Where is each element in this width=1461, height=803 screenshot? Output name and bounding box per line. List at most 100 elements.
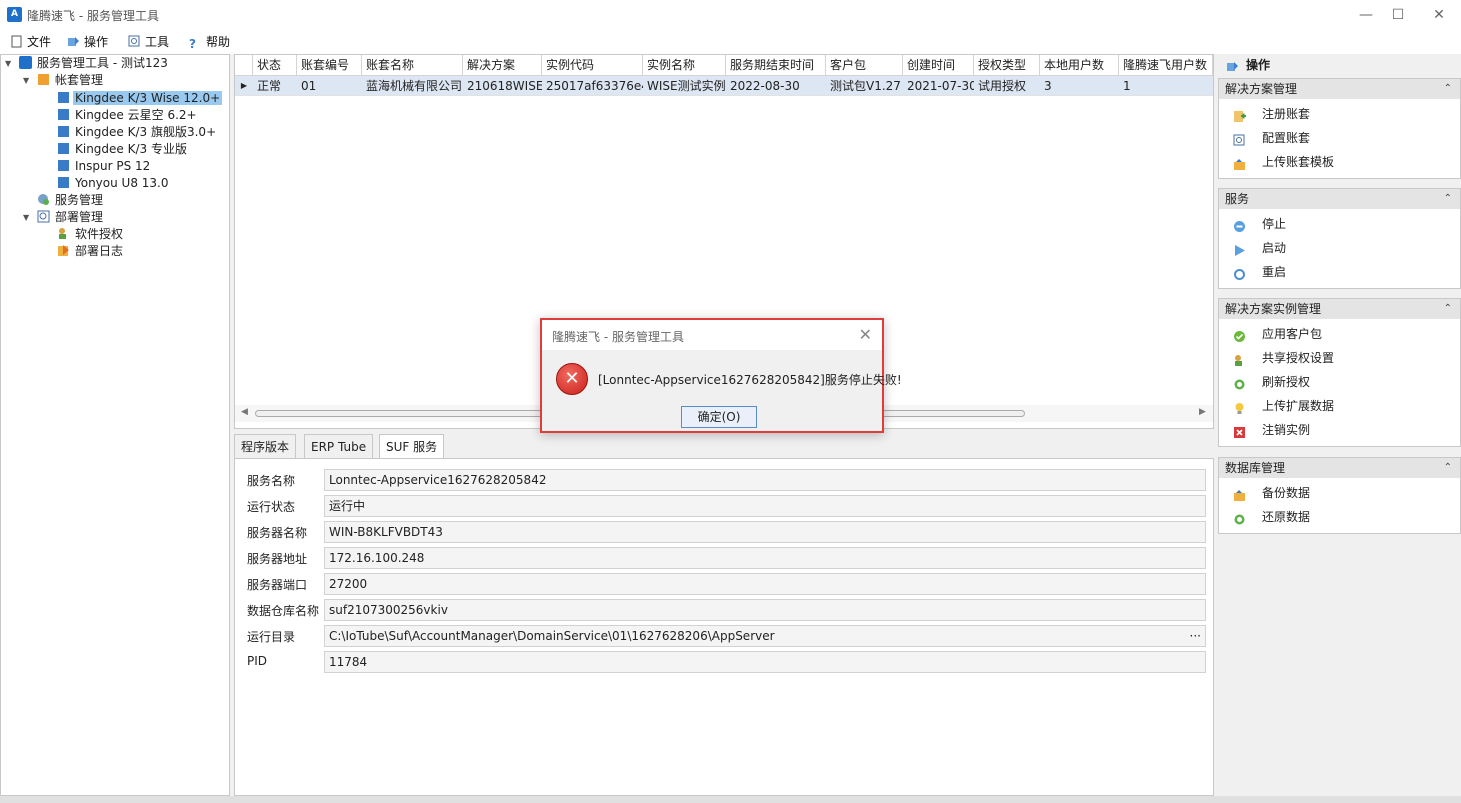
collapse-icon[interactable]: ⌃ [1444,79,1452,99]
field-label: 运行目录 [247,630,296,644]
table-cell[interactable]: 2022-08-30 [726,76,826,96]
title-bar: A 隆腾速飞 - 服务管理工具 — ☐ ✕ [0,0,1461,30]
column-header[interactable]: 状态 [253,55,297,76]
scroll-right-icon[interactable]: ▶ [1199,407,1206,417]
tree-account-management[interactable]: 帐套管理 [37,72,105,89]
tree-account-item[interactable]: Kingdee K/3 专业版 [57,141,189,158]
menu-operations[interactable]: 操作 [67,33,108,51]
column-header[interactable]: 服务期结束时间 [726,55,826,76]
table-cell[interactable]: 试用授权 [974,76,1040,96]
collapse-icon[interactable]: ⌃ [1444,299,1452,319]
table-cell[interactable]: 25017af63376e4 [542,76,643,96]
menu-file[interactable]: 文件 [10,33,51,51]
tree-service-management[interactable]: 服务管理 [37,192,105,209]
scroll-left-icon[interactable]: ◀ [241,407,248,417]
table-cell[interactable]: 测试包V1.27 [826,76,903,96]
tree-deploy-log[interactable]: 部署日志 [57,243,125,260]
upload-template-action[interactable]: 上传账套模板 [1219,150,1460,174]
account-icon [57,125,70,138]
column-header[interactable]: 客户包 [826,55,903,76]
tree-software-license[interactable]: 软件授权 [57,226,125,243]
tab-program-version[interactable]: 程序版本 [234,434,297,458]
column-header[interactable]: 账套编号 [297,55,362,76]
menu-help[interactable]: ? 帮助 [189,33,230,51]
restart-service-action[interactable]: 重启 [1219,260,1460,284]
server-port-field[interactable]: 27200 [324,573,1206,595]
group-title-label: 解决方案实例管理 [1225,302,1322,316]
column-header[interactable]: 实例代码 [542,55,643,76]
tab-erp-tube[interactable]: ERP Tube [304,434,374,458]
group-title[interactable]: 解决方案管理 ⌃ [1219,79,1460,99]
configure-account-action[interactable]: 配置账套 [1219,126,1460,150]
menu-tools[interactable]: 工具 [128,33,169,51]
column-header[interactable]: 解决方案 [463,55,542,76]
run-directory-field[interactable]: C:\IoTube\Suf\AccountManager\DomainServi… [324,625,1206,647]
action-label: 上传账套模板 [1262,155,1335,169]
tab-suf-service[interactable]: SUF 服务 [379,434,445,459]
users-icon [1233,351,1246,366]
account-icon [57,108,70,121]
group-title[interactable]: 服务 ⌃ [1219,189,1460,209]
tree-account-item[interactable]: Kingdee K/3 Wise 12.0+ [57,90,223,107]
group-title[interactable]: 数据库管理 ⌃ [1219,458,1460,478]
collapse-accounts-icon[interactable]: ▼ [23,76,29,85]
collapse-root-icon[interactable]: ▼ [5,59,11,68]
tree-account-item[interactable]: Kingdee 云星空 6.2+ [57,107,199,124]
table-cell[interactable]: 3 [1040,76,1119,96]
table-cell[interactable]: 1 [1119,76,1213,96]
collapse-deploy-icon[interactable]: ▼ [23,213,29,222]
server-name-field[interactable]: WIN-B8KLFVBDT43 [324,521,1206,543]
collapse-icon[interactable]: ⌃ [1444,458,1452,478]
table-cell[interactable]: 正常 [253,76,297,96]
column-header[interactable]: 隆腾速飞用户数 [1119,55,1213,76]
tools-icon [128,35,141,48]
stop-service-action[interactable]: 停止 [1219,212,1460,236]
tree-account-item[interactable]: Inspur PS 12 [57,158,152,175]
ok-button[interactable]: 确定(O) [681,406,757,428]
start-service-action[interactable]: 启动 [1219,236,1460,260]
column-header[interactable]: 授权类型 [974,55,1040,76]
service-name-field[interactable]: Lonntec-Appservice1627628205842 [324,469,1206,491]
tree-root-label: 服务管理工具 - 测试123 [37,56,168,70]
column-header[interactable]: 本地用户数 [1040,55,1119,76]
upload-extension-action[interactable]: 上传扩展数据 [1219,394,1460,418]
run-status-field[interactable]: 运行中 [324,495,1206,517]
server-address-field[interactable]: 172.16.100.248 [324,547,1206,569]
deregister-instance-action[interactable]: 注销实例 [1219,418,1460,442]
close-button[interactable]: ✕ [1419,4,1459,26]
refresh-license-action[interactable]: 刷新授权 [1219,370,1460,394]
operations-icon [67,35,80,48]
collapse-icon[interactable]: ⌃ [1444,189,1452,209]
column-header[interactable]: 实例名称 [643,55,726,76]
field-label: 服务名称 [247,474,296,488]
restore-data-action[interactable]: 还原数据 [1219,505,1460,529]
table-row[interactable]: ▶ 正常 01 蓝海机械有限公司 210618WISE 25017af63376… [235,76,1213,96]
register-account-action[interactable]: 注册账套 [1219,102,1460,126]
dialog-close-button[interactable]: ✕ [859,325,872,344]
configure-icon [1233,131,1246,146]
warehouse-name-field[interactable]: suf2107300256vkiv [324,599,1206,621]
table-cell[interactable]: 01 [297,76,362,96]
shared-license-action[interactable]: 共享授权设置 [1219,346,1460,370]
tree-root[interactable]: 服务管理工具 - 测试123 [19,55,170,72]
pid-field[interactable]: 11784 [324,651,1206,673]
table-cell[interactable]: 210618WISE [463,76,542,96]
bulb-icon [1233,399,1246,414]
group-title[interactable]: 解决方案实例管理 ⌃ [1219,299,1460,319]
tree-account-item[interactable]: Kingdee K/3 旗舰版3.0+ [57,124,218,141]
table-cell[interactable]: 蓝海机械有限公司 [362,76,463,96]
tree-account-label: Inspur PS 12 [75,159,151,173]
apply-package-action[interactable]: 应用客户包 [1219,322,1460,346]
operations-icon [1226,58,1239,71]
maximize-button[interactable]: ☐ [1378,4,1418,26]
group-service: 服务 ⌃ 停止 启动 重启 [1218,188,1461,289]
column-header[interactable]: 创建时间 [903,55,974,76]
error-dialog: 隆腾速飞 - 服务管理工具 ✕ ✕ [Lonntec-Appservice162… [540,318,902,433]
table-cell[interactable]: 2021-07-30 [903,76,974,96]
table-cell[interactable]: WISE测试实例 [643,76,726,96]
browse-button[interactable]: ··· [1190,626,1201,646]
tree-deploy-management[interactable]: 部署管理 [37,209,105,226]
tree-account-item[interactable]: Yonyou U8 13.0 [57,175,171,192]
column-header[interactable]: 账套名称 [362,55,463,76]
backup-data-action[interactable]: 备份数据 [1219,481,1460,505]
